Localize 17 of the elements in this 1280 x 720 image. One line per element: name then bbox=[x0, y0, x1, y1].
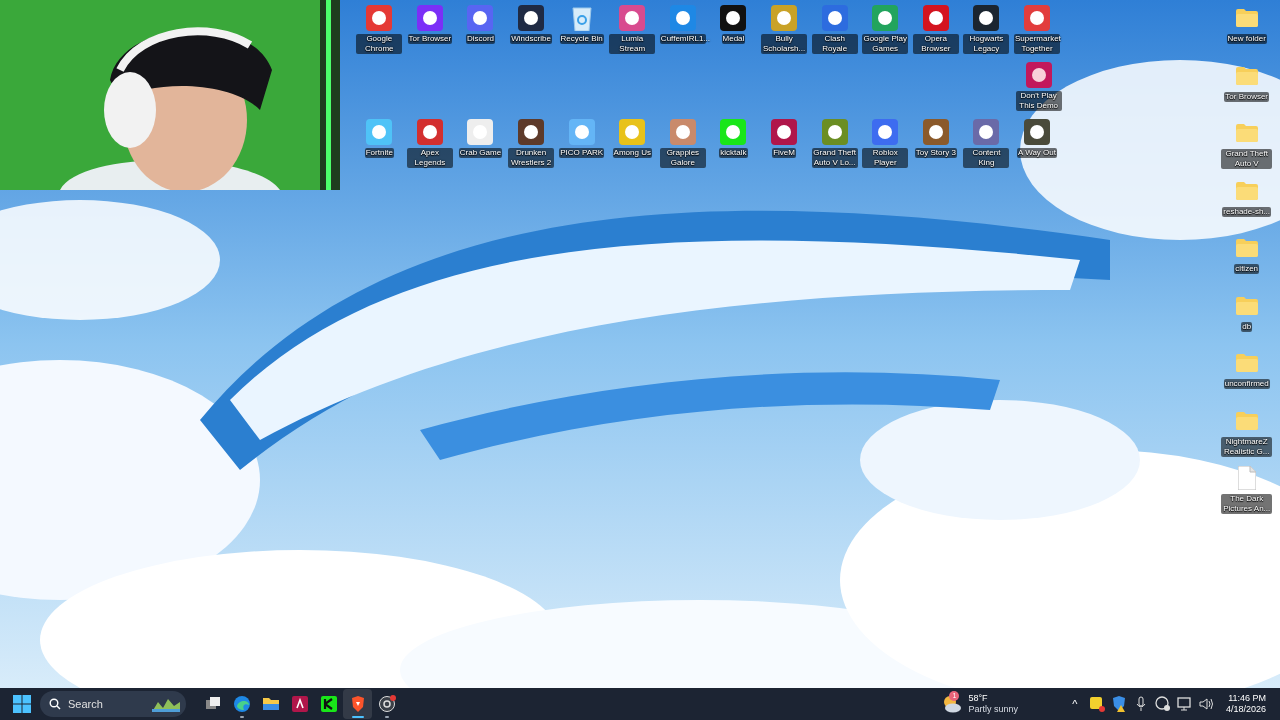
speaker-icon[interactable] bbox=[1197, 695, 1216, 713]
search-field[interactable]: Search bbox=[40, 691, 186, 717]
app-icon bbox=[319, 695, 338, 713]
weather-condition[interactable]: Partly sunny bbox=[968, 704, 1018, 715]
app-icon bbox=[290, 695, 309, 713]
record-icon bbox=[377, 695, 396, 713]
temperature[interactable]: 58°F bbox=[968, 693, 1018, 704]
edge-icon bbox=[232, 695, 251, 713]
taskbar-app-button[interactable] bbox=[343, 689, 372, 719]
clock-button[interactable]: 11:46 PM 4/18/2026 bbox=[1225, 693, 1266, 715]
show-hidden-icons-button[interactable]: ^ bbox=[1067, 695, 1082, 713]
tray-app-icon[interactable] bbox=[1153, 695, 1172, 713]
search-icon bbox=[49, 698, 61, 710]
start-button[interactable] bbox=[11, 693, 33, 715]
tray-app-icon[interactable] bbox=[1087, 695, 1106, 713]
folder-icon bbox=[261, 695, 280, 713]
network-icon[interactable] bbox=[1175, 695, 1194, 713]
